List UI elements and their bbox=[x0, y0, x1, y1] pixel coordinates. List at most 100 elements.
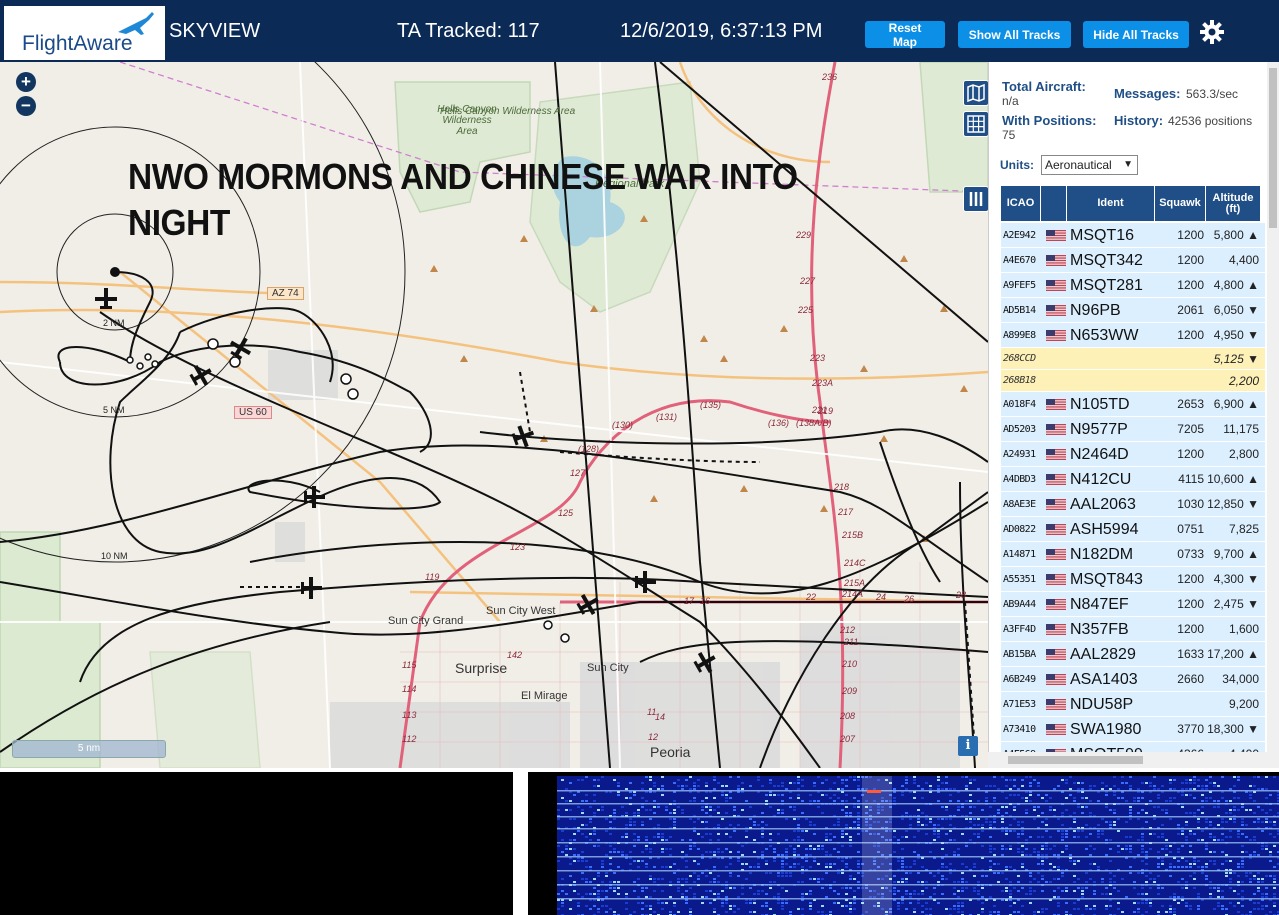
ident-cell: MSQT843 bbox=[1070, 571, 1143, 588]
table-row[interactable]: A018F4 N105TD 2653 6,900 ▲ bbox=[1001, 392, 1265, 417]
table-row[interactable]: A2E942 MSQT16 1200 5,800 ▲ bbox=[1001, 223, 1265, 248]
map-scale-bar: 5 nm bbox=[12, 740, 166, 758]
table-row[interactable]: A73410 SWA1980 3770 18,300 ▼ bbox=[1001, 717, 1265, 742]
icao-cell: AD5203 bbox=[1003, 424, 1036, 435]
map-label-surprise: Surprise bbox=[455, 660, 508, 676]
scrollbar-thumb[interactable] bbox=[1269, 68, 1277, 228]
road-number: 214C bbox=[844, 558, 866, 568]
table-row[interactable]: AB9A44 N847EF 1200 2,475 ▼ bbox=[1001, 592, 1265, 617]
table-row[interactable]: 268B18 2,200 bbox=[1001, 370, 1265, 392]
road-number: 229 bbox=[796, 230, 812, 240]
table-row[interactable]: A71E53 NDU58P 9,200 bbox=[1001, 692, 1265, 717]
table-row[interactable]: A4E670 MSQT342 1200 4,400 bbox=[1001, 248, 1265, 273]
us-flag-icon bbox=[1046, 474, 1066, 485]
icao-cell: A4DBD3 bbox=[1003, 474, 1036, 485]
units-select[interactable]: Aeronautical ▼ bbox=[1041, 155, 1138, 175]
sidebar-scrollbar[interactable] bbox=[1267, 62, 1279, 768]
squawk-cell: 1030 bbox=[1177, 497, 1204, 511]
toggle-sidebar-button[interactable] bbox=[963, 186, 988, 212]
road-number: 210 bbox=[842, 659, 858, 669]
app-name: SKYVIEW bbox=[169, 20, 261, 42]
table-row[interactable]: A14871 N182DM 0733 9,700 ▲ bbox=[1001, 542, 1265, 567]
squawk-cell: 3770 bbox=[1177, 722, 1204, 736]
column-header-squawk[interactable]: Squawk bbox=[1155, 186, 1206, 221]
column-header-ident[interactable]: Ident bbox=[1067, 186, 1155, 221]
table-row[interactable]: A9FEF5 MSQT281 1200 4,800 ▲ bbox=[1001, 273, 1265, 298]
icao-cell: A71E53 bbox=[1003, 699, 1036, 710]
with-positions-value: 75 bbox=[1002, 128, 1016, 142]
hide-all-tracks-button[interactable]: Hide All Tracks bbox=[1083, 21, 1189, 48]
column-header-flag[interactable] bbox=[1041, 186, 1067, 221]
ident-cell: ASH5994 bbox=[1070, 521, 1139, 538]
gear-icon[interactable] bbox=[1199, 19, 1225, 45]
column-header-icao[interactable]: ICAO bbox=[1001, 186, 1041, 221]
info-icon[interactable]: i bbox=[958, 736, 978, 756]
squawk-cell: 1200 bbox=[1177, 278, 1204, 292]
icao-cell: AB15BA bbox=[1003, 649, 1036, 660]
road-number: 217 bbox=[838, 507, 854, 517]
table-row[interactable]: A899E8 N653WW 1200 4,950 ▼ bbox=[1001, 323, 1265, 348]
icao-cell: AD5B14 bbox=[1003, 305, 1036, 316]
road-number: 22 bbox=[806, 592, 817, 602]
scrollbar-thumb[interactable] bbox=[1008, 756, 1143, 764]
altitude-cell: 12,850 ▼ bbox=[1207, 497, 1259, 511]
road-number: (131) bbox=[656, 412, 678, 422]
road-number: 26 bbox=[904, 594, 915, 604]
us-flag-icon bbox=[1046, 280, 1066, 291]
road-number: 115 bbox=[402, 660, 417, 670]
messages-value: 563.3/sec bbox=[1186, 87, 1239, 101]
zoom-in-button[interactable]: + bbox=[16, 72, 36, 92]
us-flag-icon bbox=[1046, 549, 1066, 560]
table-row[interactable]: A6B249 ASA1403 2660 34,000 bbox=[1001, 667, 1265, 692]
show-all-tracks-button[interactable]: Show All Tracks bbox=[958, 21, 1071, 48]
map-layers-button[interactable] bbox=[963, 80, 988, 106]
map-icon bbox=[967, 83, 985, 103]
column-header-altitude[interactable]: Altitude (ft) bbox=[1206, 186, 1261, 221]
road-number: 236 bbox=[822, 72, 838, 82]
table-row[interactable]: A55351 MSQT843 1200 4,300 ▼ bbox=[1001, 567, 1265, 592]
us-flag-icon bbox=[1046, 230, 1066, 241]
sidebar-horizontal-scrollbar[interactable] bbox=[988, 752, 1279, 768]
reset-map-button[interactable]: Reset Map bbox=[865, 21, 945, 49]
aircraft-table-header: ICAO Ident Squawk Altitude (ft) bbox=[1001, 186, 1265, 221]
table-row[interactable]: AD0822 ASH5994 0751 7,825 bbox=[1001, 517, 1265, 542]
icao-cell: A9FEF5 bbox=[1003, 280, 1036, 291]
ident-cell: N847EF bbox=[1070, 596, 1129, 613]
altitude-cell: 6,050 ▼ bbox=[1213, 303, 1259, 317]
table-row[interactable]: A3FF4D N357FB 1200 1,600 bbox=[1001, 617, 1265, 642]
squawk-cell: 1200 bbox=[1177, 597, 1204, 611]
road-number: 113 bbox=[402, 710, 417, 720]
table-row[interactable]: AB15BA AAL2829 1633 17,200 ▲ bbox=[1001, 642, 1265, 667]
altitude-cell: 5,800 ▲ bbox=[1213, 228, 1259, 242]
us-flag-icon bbox=[1046, 399, 1066, 410]
ring-label-5nm: 5 NM bbox=[103, 405, 125, 415]
grid-toggle-button[interactable] bbox=[963, 111, 988, 137]
altitude-cell: 9,700 ▲ bbox=[1213, 547, 1259, 561]
altitude-cell: 7,825 bbox=[1228, 522, 1259, 536]
road-number: 16 bbox=[700, 596, 711, 606]
road-number: 207 bbox=[840, 734, 856, 744]
ident-cell: N105TD bbox=[1070, 396, 1130, 413]
us-flag-icon bbox=[1046, 674, 1066, 685]
zoom-out-button[interactable]: − bbox=[16, 96, 36, 116]
table-row[interactable]: 268CCD 5,125 ▼ bbox=[1001, 348, 1265, 370]
road-number: 223 bbox=[810, 353, 826, 363]
tracked-count: TA Tracked: 117 bbox=[397, 20, 540, 42]
ident-cell: N96PB bbox=[1070, 302, 1121, 319]
table-row[interactable]: A8AE3E AAL2063 1030 12,850 ▼ bbox=[1001, 492, 1265, 517]
altitude-cell: 34,000 bbox=[1222, 672, 1259, 686]
road-number: 12 bbox=[648, 732, 659, 742]
table-row[interactable]: A4DBD3 N412CU 4115 10,600 ▲ bbox=[1001, 467, 1265, 492]
table-row[interactable]: AD5B14 N96PB 2061 6,050 ▼ bbox=[1001, 298, 1265, 323]
table-row[interactable]: A24931 N2464D 1200 2,800 bbox=[1001, 442, 1265, 467]
road-number: (135) bbox=[700, 400, 722, 410]
table-row[interactable]: AD5203 N9577P 7205 11,175 bbox=[1001, 417, 1265, 442]
road-number: 209 bbox=[842, 686, 858, 696]
flightaware-logo[interactable]: FlightAware bbox=[4, 6, 165, 60]
altitude-cell: 4,300 ▼ bbox=[1213, 572, 1259, 586]
map-view[interactable]: Hells Canyon Wilderness Area Hells Canyo… bbox=[0, 62, 988, 768]
datetime: 12/6/2019, 6:37:13 PM bbox=[620, 20, 823, 42]
us-flag-icon bbox=[1046, 330, 1066, 341]
top-header: FlightAware SKYVIEW TA Tracked: 117 12/6… bbox=[0, 0, 1279, 62]
altitude-cell: 1,600 bbox=[1228, 622, 1259, 636]
